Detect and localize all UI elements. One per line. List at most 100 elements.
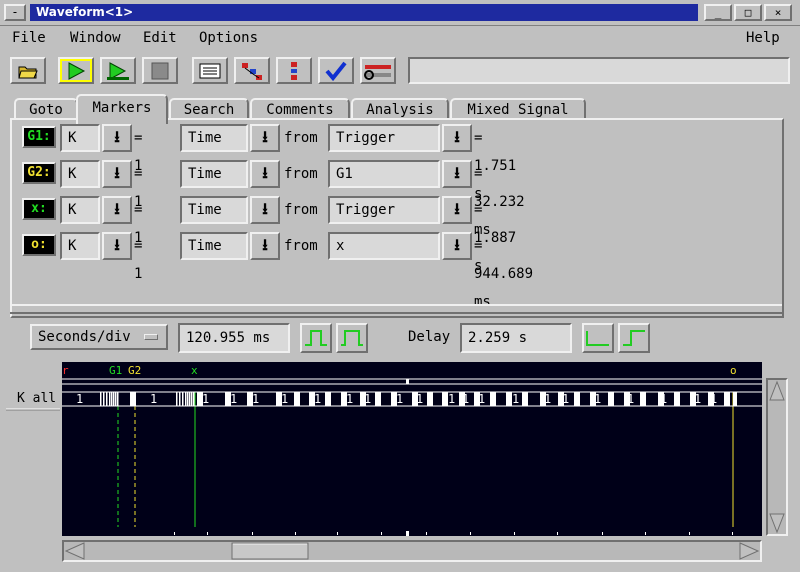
run-repetitive-button[interactable] [100, 57, 136, 84]
g2-marker-label: G2 [128, 364, 141, 377]
arrow-down-icon: ⭳ [262, 199, 268, 218]
bus-value-label: 1 [544, 392, 551, 406]
from-label: from [284, 202, 318, 218]
panel-divider[interactable] [10, 304, 782, 314]
marker-badge[interactable]: o: [22, 234, 56, 256]
mode-dropdown-button[interactable]: ⭳ [250, 160, 280, 188]
menu-options[interactable]: Options [199, 30, 258, 46]
listing-icon [199, 63, 221, 78]
bus-trace: 1111111111111111111111 [62, 391, 762, 535]
label-dropdown-button[interactable]: ⭳ [102, 124, 132, 152]
ref-dropdown-button[interactable]: ⭳ [442, 196, 472, 224]
from-label: from [284, 130, 318, 146]
delay-left-button[interactable] [582, 323, 614, 353]
stop-button[interactable] [142, 57, 178, 84]
marker-mode-field[interactable]: Time [180, 160, 248, 188]
bus-value-label: 1 [396, 392, 403, 406]
checkmark-icon [325, 61, 347, 81]
bus-value-label: 1 [627, 392, 634, 406]
menu-bar: File Window Edit Options Help [0, 26, 800, 54]
navigator-icon [242, 62, 262, 80]
bus-transition [674, 392, 680, 406]
title-bar: - Waveform<1> _ □ × [0, 0, 800, 26]
narrow-pulse-icon [341, 330, 363, 346]
bus-value-label: 1 [150, 392, 157, 406]
marker-mode-field[interactable]: Time [180, 124, 248, 152]
bus-value-label: 1 [660, 392, 667, 406]
horizontal-scrollbar[interactable] [62, 540, 762, 562]
marker-ref-field[interactable]: x [328, 232, 440, 260]
run-single-icon [68, 61, 86, 80]
marker-mode-field[interactable]: Time [180, 232, 248, 260]
title-fill[interactable]: Waveform<1> [30, 4, 698, 21]
menu-file[interactable]: File [12, 30, 46, 46]
label-underline [6, 408, 60, 411]
bus-transition [574, 392, 580, 406]
marker-eq: = 1 [134, 238, 143, 282]
marker-badge[interactable]: G1: [22, 126, 56, 148]
bus-value-label: 1 [314, 392, 321, 406]
status-field[interactable] [408, 57, 790, 84]
navigator-button[interactable] [234, 57, 270, 84]
marker-ref-field[interactable]: Trigger [328, 124, 440, 152]
label-dropdown-button[interactable]: ⭳ [102, 196, 132, 224]
arrow-down-icon: ⭳ [114, 235, 120, 254]
from-label: from [284, 238, 318, 254]
marker-badge[interactable]: G2: [22, 162, 56, 184]
listing-button[interactable] [192, 57, 228, 84]
window-menu-button[interactable]: - [4, 4, 26, 21]
timebase-mode-select[interactable]: Seconds/div [30, 324, 168, 350]
marker-label-field[interactable]: K [60, 196, 100, 224]
ref-dropdown-button[interactable]: ⭳ [442, 160, 472, 188]
close-button[interactable]: × [764, 4, 792, 21]
marker-label-field[interactable]: K [60, 160, 100, 188]
marker-label-field[interactable]: K [60, 124, 100, 152]
tab-markers[interactable]: Markers [76, 94, 168, 124]
bus-transition [427, 392, 433, 406]
delay-field[interactable]: 2.259 s [460, 323, 572, 353]
arrow-down-icon: ⭳ [454, 199, 460, 218]
checkmark-button[interactable] [318, 57, 354, 84]
mode-dropdown-button[interactable]: ⭳ [250, 196, 280, 224]
arrow-down-icon: ⭳ [454, 163, 460, 182]
label-dropdown-button[interactable]: ⭳ [102, 160, 132, 188]
marker-ref-field[interactable]: Trigger [328, 196, 440, 224]
marker-label-field[interactable]: K [60, 232, 100, 260]
delay-right-button[interactable] [618, 323, 650, 353]
setup-tools-button[interactable] [360, 57, 396, 84]
label-dropdown-button[interactable]: ⭳ [102, 232, 132, 260]
maximize-button[interactable]: □ [734, 4, 762, 21]
signal-label-column: K all [0, 362, 62, 536]
mode-dropdown-button[interactable]: ⭳ [250, 124, 280, 152]
marker-ref-field[interactable]: G1 [328, 160, 440, 188]
open-button[interactable] [10, 57, 46, 84]
timebase-bar: Seconds/div 120.955 ms Delay 2.259 s [4, 315, 796, 361]
stop-icon [151, 62, 169, 79]
ref-dropdown-button[interactable]: ⭳ [442, 124, 472, 152]
marker-badge[interactable]: x: [22, 198, 56, 220]
vertical-scrollbar[interactable] [766, 378, 788, 536]
minimize-button[interactable]: _ [704, 4, 732, 21]
horizontal-scroll-track [64, 542, 760, 560]
setup-tools-icon [364, 64, 391, 80]
zoom-in-button[interactable] [336, 323, 368, 353]
waveform-canvas[interactable]: r G1 G2 x o 1111111111111111111111 [62, 362, 762, 536]
overview-button[interactable] [276, 57, 312, 84]
zoom-out-button[interactable] [300, 323, 332, 353]
open-folder-icon [18, 66, 38, 78]
mode-dropdown-button[interactable]: ⭳ [250, 232, 280, 260]
waveform-display[interactable]: r G1 G2 x o 1111111111111111111111 [62, 362, 762, 536]
from-label: from [284, 166, 318, 182]
wide-pulse-icon [305, 330, 327, 346]
seconds-per-div-field[interactable]: 120.955 ms [178, 323, 290, 353]
arrow-down-icon: ⭳ [454, 235, 460, 254]
overview-icon [291, 61, 297, 80]
ref-dropdown-button[interactable]: ⭳ [442, 232, 472, 260]
bus-value-label: 1 [252, 392, 259, 406]
menu-edit[interactable]: Edit [143, 30, 177, 46]
timebase-mode: Seconds/div [38, 329, 131, 345]
menu-window[interactable]: Window [70, 30, 121, 46]
menu-help[interactable]: Help [746, 30, 780, 46]
marker-mode-field[interactable]: Time [180, 196, 248, 224]
run-single-button[interactable] [58, 57, 94, 84]
